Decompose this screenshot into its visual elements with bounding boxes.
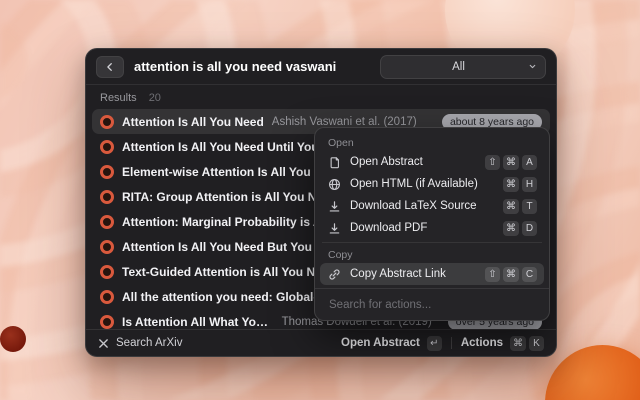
keycap: D xyxy=(522,221,537,236)
menu-item-open-html[interactable]: Open HTML (if Available) ⌘ H xyxy=(320,173,544,195)
result-title: Attention Is All You Need xyxy=(122,115,264,129)
raycast-window: All Results 20 Attention Is All You Need… xyxy=(85,48,557,357)
arxiv-result-icon xyxy=(100,115,114,129)
keycap: ⇧ xyxy=(485,155,500,170)
keycap: A xyxy=(522,155,537,170)
primary-action-label[interactable]: Open Abstract xyxy=(341,337,420,349)
menu-item-label: Open HTML (if Available) xyxy=(350,178,495,190)
menu-section-open: Open xyxy=(320,133,544,151)
action-search xyxy=(315,288,549,320)
result-title: Element-wise Attention Is All You Need xyxy=(122,165,343,179)
dropdown-selected-value: All xyxy=(389,61,528,73)
menu-section-copy: Copy xyxy=(320,245,544,263)
arxiv-result-icon xyxy=(100,290,114,304)
shortcut-keys: ⇧ ⌘ A xyxy=(485,155,537,170)
menu-item-download-pdf[interactable]: Download PDF ⌘ D xyxy=(320,217,544,239)
arxiv-result-icon xyxy=(100,240,114,254)
document-icon xyxy=(327,156,342,169)
action-panel: Open Open Abstract ⇧ ⌘ A xyxy=(314,127,550,321)
keycap: T xyxy=(522,199,537,214)
search-header: All xyxy=(86,49,556,85)
arrow-left-icon xyxy=(105,62,115,72)
desktop-wallpaper: All Results 20 Attention Is All You Need… xyxy=(0,0,640,400)
keycap: ⌘ xyxy=(503,221,519,236)
enter-keycap: ↵ xyxy=(427,336,442,351)
shortcut-keys: ⌘ H xyxy=(503,177,537,192)
download-icon xyxy=(327,222,342,235)
keycap: ⇧ xyxy=(485,267,500,282)
keycap: ⌘ xyxy=(503,267,519,282)
action-search-input[interactable] xyxy=(327,298,541,312)
menu-item-open-abstract[interactable]: Open Abstract ⇧ ⌘ A xyxy=(320,151,544,173)
arxiv-result-icon xyxy=(100,165,114,179)
actions-shortcut-keys: ⌘ K xyxy=(510,336,544,351)
arxiv-result-icon xyxy=(100,140,114,154)
result-authors: Ashish Vaswani et al. (2017) xyxy=(272,116,417,128)
link-icon xyxy=(327,268,342,281)
shortcut-keys: ⌘ T xyxy=(503,199,537,214)
footer-bar: Search ArXiv Open Abstract ↵ Actions ⌘ K xyxy=(86,329,556,356)
keycap: ⌘ xyxy=(510,336,526,351)
results-header: Results 20 xyxy=(86,85,556,109)
chevron-down-icon xyxy=(528,62,537,71)
menu-item-label: Copy Abstract Link xyxy=(350,268,477,280)
result-title: Is Attention All What You Need? -- An Em… xyxy=(122,315,274,329)
arxiv-result-icon xyxy=(100,265,114,279)
download-icon xyxy=(327,200,342,213)
keycap: ⌘ xyxy=(503,177,519,192)
arxiv-logo-icon xyxy=(98,338,109,349)
arxiv-result-icon xyxy=(100,215,114,229)
footer-divider xyxy=(451,337,452,349)
keycap: ⌘ xyxy=(503,155,519,170)
arxiv-result-icon xyxy=(100,190,114,204)
results-label: Results xyxy=(100,92,137,106)
menu-item-label: Open Abstract xyxy=(350,156,477,168)
menu-item-download-latex[interactable]: Download LaTeX Source ⌘ T xyxy=(320,195,544,217)
actions-button[interactable]: Actions xyxy=(461,337,503,349)
arxiv-result-icon xyxy=(100,315,114,329)
results-count: 20 xyxy=(149,92,161,106)
wallpaper-blob-red xyxy=(0,326,26,352)
keycap: K xyxy=(529,336,544,351)
menu-item-label: Download PDF xyxy=(350,222,495,234)
globe-icon xyxy=(327,178,342,191)
menu-item-copy-abstract-link[interactable]: Copy Abstract Link ⇧ ⌘ C xyxy=(320,263,544,285)
shortcut-keys: ⌘ D xyxy=(503,221,537,236)
menu-item-label: Download LaTeX Source xyxy=(350,200,495,212)
wallpaper-blob-orange xyxy=(545,345,640,400)
search-input[interactable] xyxy=(134,59,370,74)
keycap: H xyxy=(522,177,537,192)
category-dropdown[interactable]: All xyxy=(380,55,546,79)
menu-divider xyxy=(322,242,542,243)
keycap: C xyxy=(522,267,537,282)
back-button[interactable] xyxy=(96,56,124,78)
keycap: ⌘ xyxy=(503,199,519,214)
shortcut-keys: ⇧ ⌘ C xyxy=(485,267,537,282)
source-label: Search ArXiv xyxy=(116,337,182,349)
